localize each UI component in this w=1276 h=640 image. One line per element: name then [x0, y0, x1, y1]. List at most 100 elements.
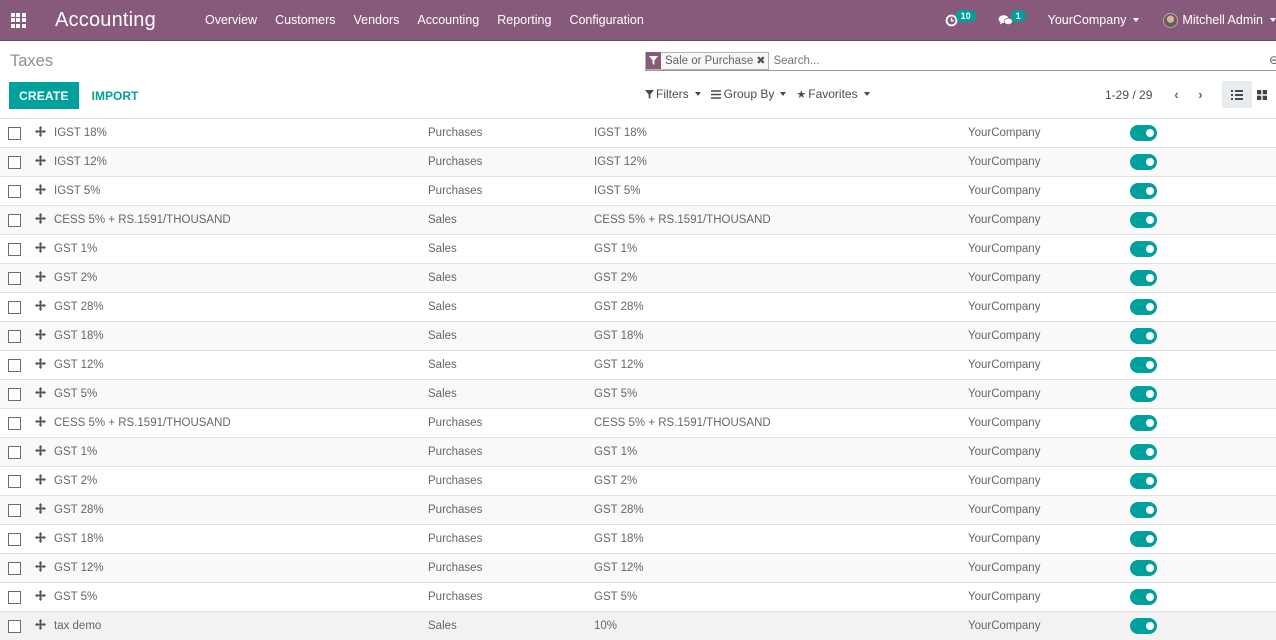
row-checkbox[interactable] [8, 503, 21, 517]
drag-handle-icon[interactable] [35, 416, 46, 430]
active-toggle[interactable] [1130, 386, 1157, 402]
drag-handle-icon[interactable] [35, 503, 46, 517]
menu-overview[interactable]: Overview [196, 13, 266, 27]
menu-customers[interactable]: Customers [266, 13, 344, 27]
row-checkbox[interactable] [8, 590, 21, 604]
table-row[interactable]: GST 2% Purchases GST 2% YourCompany [0, 466, 1276, 495]
drag-handle-icon[interactable] [35, 126, 46, 140]
menu-configuration[interactable]: Configuration [560, 13, 652, 27]
drag-handle-icon[interactable] [35, 242, 46, 256]
menu-vendors[interactable]: Vendors [345, 13, 409, 27]
row-checkbox[interactable] [8, 271, 21, 285]
drag-handle-icon[interactable] [35, 300, 46, 314]
search-input[interactable] [773, 54, 1276, 67]
table-row[interactable]: GST 18% Sales GST 18% YourCompany [0, 321, 1276, 350]
table-row[interactable]: GST 28% Sales GST 28% YourCompany [0, 292, 1276, 321]
messages-button[interactable]: 1 [998, 10, 1026, 27]
active-toggle[interactable] [1130, 299, 1157, 315]
company-cell: YourCompany [968, 562, 1041, 574]
drag-handle-icon[interactable] [35, 329, 46, 343]
row-checkbox[interactable] [8, 300, 21, 314]
active-toggle[interactable] [1130, 444, 1157, 460]
table-row[interactable]: GST 12% Sales GST 12% YourCompany [0, 350, 1276, 379]
activity-button[interactable]: 10 [945, 10, 976, 27]
pager-previous-icon[interactable]: ‹ [1170, 87, 1182, 102]
row-checkbox[interactable] [8, 329, 21, 343]
active-toggle[interactable] [1130, 357, 1157, 373]
list-view-button[interactable] [1222, 81, 1252, 108]
row-checkbox[interactable] [8, 213, 21, 227]
active-toggle[interactable] [1130, 154, 1157, 170]
table-row[interactable]: IGST 12% Purchases IGST 12% YourCompany [0, 147, 1276, 176]
row-checkbox[interactable] [8, 474, 21, 488]
table-row[interactable]: GST 18% Purchases GST 18% YourCompany [0, 524, 1276, 553]
table-row[interactable]: IGST 18% Purchases IGST 18% YourCompany [0, 118, 1276, 147]
filters-dropdown[interactable]: Filters [645, 87, 701, 101]
favorites-dropdown[interactable]: ★ Favorites [796, 87, 870, 101]
import-button[interactable]: IMPORT [82, 82, 149, 109]
table-row[interactable]: CESS 5% + RS.1591/THOUSAND Purchases CESS … [0, 408, 1276, 437]
row-checkbox[interactable] [8, 126, 21, 140]
menu-accounting[interactable]: Accounting [408, 13, 488, 27]
row-checkbox[interactable] [8, 561, 21, 575]
drag-handle-icon[interactable] [35, 184, 46, 198]
drag-handle-icon[interactable] [35, 155, 46, 169]
drag-handle-icon[interactable] [35, 474, 46, 488]
active-toggle[interactable] [1130, 183, 1157, 199]
remove-facet-icon[interactable]: ✖ [756, 54, 768, 67]
kanban-view-button[interactable] [1252, 81, 1272, 108]
row-checkbox[interactable] [8, 358, 21, 372]
table-row[interactable]: GST 5% Sales GST 5% YourCompany [0, 379, 1276, 408]
drag-handle-icon[interactable] [35, 358, 46, 372]
tax-name-cell: IGST 12% [54, 156, 107, 168]
app-name[interactable]: Accounting [55, 9, 156, 32]
table-row[interactable]: tax demo Sales 10% YourCompany [0, 611, 1276, 640]
table-row[interactable]: GST 12% Purchases GST 12% YourCompany [0, 553, 1276, 582]
pager-next-icon[interactable]: › [1194, 87, 1206, 102]
groupby-dropdown[interactable]: Group By [710, 87, 787, 101]
active-toggle[interactable] [1130, 502, 1157, 518]
table-row[interactable]: GST 1% Sales GST 1% YourCompany [0, 234, 1276, 263]
active-toggle[interactable] [1130, 241, 1157, 257]
row-checkbox[interactable] [8, 416, 21, 430]
active-toggle[interactable] [1130, 560, 1157, 576]
table-row[interactable]: GST 28% Purchases GST 28% YourCompany [0, 495, 1276, 524]
active-toggle[interactable] [1130, 589, 1157, 605]
active-toggle[interactable] [1130, 270, 1157, 286]
row-checkbox[interactable] [8, 532, 21, 546]
active-toggle[interactable] [1130, 125, 1157, 141]
drag-handle-icon[interactable] [35, 213, 46, 227]
active-toggle[interactable] [1130, 415, 1157, 431]
menu-reporting[interactable]: Reporting [488, 13, 560, 27]
drag-handle-icon[interactable] [35, 271, 46, 285]
row-checkbox[interactable] [8, 619, 21, 633]
table-row[interactable]: GST 2% Sales GST 2% YourCompany [0, 263, 1276, 292]
active-toggle[interactable] [1130, 473, 1157, 489]
drag-handle-icon[interactable] [35, 619, 46, 633]
user-menu[interactable]: Mitchell Admin [1163, 12, 1276, 28]
row-checkbox[interactable] [8, 242, 21, 256]
create-button[interactable]: CREATE [9, 82, 79, 109]
pager-value[interactable]: 1-29 / 29 [1105, 88, 1152, 102]
table-row[interactable]: IGST 5% Purchases IGST 5% YourCompany [0, 176, 1276, 205]
table-row[interactable]: GST 1% Purchases GST 1% YourCompany [0, 437, 1276, 466]
row-checkbox[interactable] [8, 155, 21, 169]
company-switcher[interactable]: YourCompany [1048, 13, 1140, 27]
table-row[interactable]: GST 5% Purchases GST 5% YourCompany [0, 582, 1276, 611]
drag-handle-icon[interactable] [35, 532, 46, 546]
active-toggle[interactable] [1130, 328, 1157, 344]
active-toggle[interactable] [1130, 531, 1157, 547]
drag-handle-icon[interactable] [35, 445, 46, 459]
drag-handle-icon[interactable] [35, 561, 46, 575]
toggle-search-panel-icon[interactable]: ⊖ [1269, 53, 1276, 67]
active-toggle[interactable] [1130, 212, 1157, 228]
row-checkbox[interactable] [8, 387, 21, 401]
table-row[interactable]: CESS 5% + RS.1591/THOUSAND Sales CESS 5% +… [0, 205, 1276, 234]
row-checkbox[interactable] [8, 184, 21, 198]
active-toggle[interactable] [1130, 618, 1157, 634]
drag-handle-icon[interactable] [35, 387, 46, 401]
row-checkbox[interactable] [8, 445, 21, 459]
tax-type-cell: Sales [428, 243, 457, 255]
drag-handle-icon[interactable] [35, 590, 46, 604]
apps-menu-icon[interactable] [10, 0, 26, 40]
